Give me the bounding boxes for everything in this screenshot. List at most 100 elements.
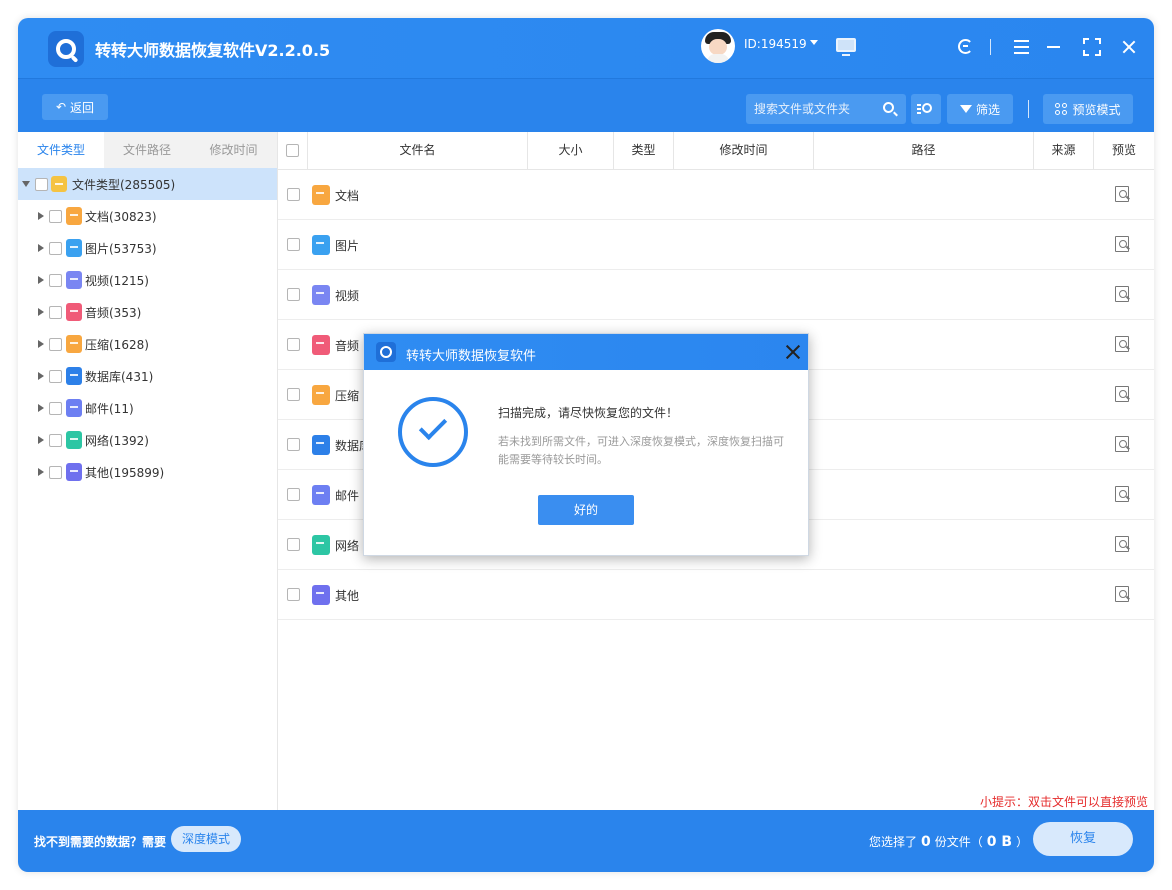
dialog-message: 扫描完成，请尽快恢复您的文件！ bbox=[498, 406, 679, 420]
preview-icon[interactable] bbox=[1115, 536, 1129, 552]
row-checkbox[interactable] bbox=[287, 488, 300, 501]
header-size[interactable]: 大小 bbox=[528, 132, 614, 169]
table-row[interactable]: 视频 bbox=[278, 270, 1154, 320]
user-id-label[interactable]: ID:194519 bbox=[744, 37, 807, 51]
expand-right-icon[interactable] bbox=[38, 468, 44, 476]
row-name: 压缩 bbox=[335, 389, 360, 403]
expand-right-icon[interactable] bbox=[38, 404, 44, 412]
row-checkbox[interactable] bbox=[287, 538, 300, 551]
close-icon[interactable] bbox=[1120, 37, 1140, 57]
tree-item-checkbox[interactable] bbox=[49, 337, 62, 351]
expand-down-icon[interactable] bbox=[22, 181, 30, 187]
maximize-icon[interactable] bbox=[1082, 37, 1102, 57]
tree-item[interactable]: 文档(30823) bbox=[18, 200, 277, 232]
advanced-search-button[interactable] bbox=[911, 94, 941, 124]
preview-icon[interactable] bbox=[1115, 186, 1129, 202]
tree-item[interactable]: 数据库(431) bbox=[18, 360, 277, 392]
preview-icon[interactable] bbox=[1115, 586, 1129, 602]
tree-root-label: 文件类型(285505) bbox=[72, 177, 176, 192]
tree-item-label: 图片(53753) bbox=[85, 241, 157, 256]
expand-right-icon[interactable] bbox=[38, 372, 44, 380]
preview-icon[interactable] bbox=[1115, 436, 1129, 452]
search-input[interactable] bbox=[754, 100, 874, 118]
header-path[interactable]: 路径 bbox=[814, 132, 1034, 169]
tree-item-checkbox[interactable] bbox=[49, 209, 62, 223]
user-avatar[interactable] bbox=[701, 29, 735, 63]
row-name: 邮件 bbox=[335, 489, 360, 503]
expand-right-icon[interactable] bbox=[38, 436, 44, 444]
app-title: 转转大师数据恢复软件V2.2.0.5 bbox=[95, 41, 331, 60]
document-icon bbox=[66, 207, 82, 225]
table-row[interactable]: 图片 bbox=[278, 220, 1154, 270]
tree-item[interactable]: 网络(1392) bbox=[18, 424, 277, 456]
row-checkbox[interactable] bbox=[287, 188, 300, 201]
tree-item-label: 数据库(431) bbox=[85, 369, 154, 384]
tree-item[interactable]: 视频(1215) bbox=[18, 264, 277, 296]
monitor-icon[interactable] bbox=[836, 38, 856, 56]
table-header: 文件名 大小 类型 修改时间 路径 来源 预览 bbox=[278, 132, 1154, 170]
table-row[interactable]: 文档 bbox=[278, 170, 1154, 220]
search-box[interactable] bbox=[746, 94, 906, 124]
tree-item[interactable]: 音频(353) bbox=[18, 296, 277, 328]
preview-icon[interactable] bbox=[1115, 336, 1129, 352]
tab-file-type[interactable]: 文件类型 bbox=[18, 132, 104, 168]
tree-item-checkbox[interactable] bbox=[49, 369, 62, 383]
expand-right-icon[interactable] bbox=[38, 340, 44, 348]
tree-item-checkbox[interactable] bbox=[49, 241, 62, 255]
header-source[interactable]: 来源 bbox=[1034, 132, 1094, 169]
recover-button[interactable]: 恢复 bbox=[1033, 822, 1133, 856]
row-checkbox[interactable] bbox=[287, 238, 300, 251]
header-modified[interactable]: 修改时间 bbox=[674, 132, 814, 169]
select-all-checkbox[interactable] bbox=[286, 144, 299, 157]
tree-root[interactable]: 文件类型(285505) bbox=[18, 168, 277, 200]
expand-right-icon[interactable] bbox=[38, 308, 44, 316]
tree-item-checkbox[interactable] bbox=[49, 401, 62, 415]
footer-question: 找不到需要的数据？需要 bbox=[34, 835, 167, 849]
tree-root-checkbox[interactable] bbox=[35, 177, 48, 191]
row-checkbox[interactable] bbox=[287, 338, 300, 351]
row-name: 网络 bbox=[335, 539, 360, 553]
other-icon bbox=[312, 585, 330, 605]
row-checkbox[interactable] bbox=[287, 388, 300, 401]
preview-icon[interactable] bbox=[1115, 486, 1129, 502]
selection-info: 您选择了 0 份文件（ 0 B ） bbox=[869, 833, 1028, 850]
preview-icon[interactable] bbox=[1115, 236, 1129, 252]
tree-item-label: 网络(1392) bbox=[85, 433, 149, 448]
tree-item-checkbox[interactable] bbox=[49, 305, 62, 319]
row-checkbox[interactable] bbox=[287, 288, 300, 301]
filter-button[interactable]: 筛选 bbox=[947, 94, 1013, 124]
expand-right-icon[interactable] bbox=[38, 276, 44, 284]
tab-file-path[interactable]: 文件路径 bbox=[104, 132, 190, 168]
expand-right-icon[interactable] bbox=[38, 212, 44, 220]
header-type[interactable]: 类型 bbox=[614, 132, 674, 169]
dialog-close-icon[interactable] bbox=[784, 343, 802, 361]
tree-item[interactable]: 压缩(1628) bbox=[18, 328, 277, 360]
ok-button[interactable]: 好的 bbox=[538, 495, 634, 525]
preview-mode-button[interactable]: 预览模式 bbox=[1043, 94, 1133, 124]
tree-item[interactable]: 其他(195899) bbox=[18, 456, 277, 488]
preview-icon[interactable] bbox=[1115, 286, 1129, 302]
tree-item-checkbox[interactable] bbox=[49, 433, 62, 447]
tree-item[interactable]: 邮件(11) bbox=[18, 392, 277, 424]
back-button[interactable]: ↶ 返回 bbox=[42, 94, 108, 120]
tree-item[interactable]: 图片(53753) bbox=[18, 232, 277, 264]
tree-item-checkbox[interactable] bbox=[49, 465, 62, 479]
menu-icon[interactable] bbox=[1012, 37, 1032, 57]
expand-right-icon[interactable] bbox=[38, 244, 44, 252]
tree-item-checkbox[interactable] bbox=[49, 273, 62, 287]
row-checkbox[interactable] bbox=[287, 438, 300, 451]
search-icon[interactable] bbox=[883, 102, 894, 113]
tab-modify-time[interactable]: 修改时间 bbox=[190, 132, 277, 168]
title-bar: 转转大师数据恢复软件V2.2.0.5 ID:194519 bbox=[18, 18, 1154, 78]
row-name: 视频 bbox=[335, 289, 360, 303]
row-checkbox[interactable] bbox=[287, 588, 300, 601]
deep-mode-button[interactable]: 深度模式 bbox=[171, 826, 241, 852]
chevron-down-icon[interactable] bbox=[810, 40, 818, 45]
preview-icon[interactable] bbox=[1115, 386, 1129, 402]
toolbar: ↶ 返回 筛选 预览模式 bbox=[18, 78, 1154, 132]
header-filename[interactable]: 文件名 bbox=[308, 132, 528, 169]
table-row[interactable]: 其他 bbox=[278, 570, 1154, 620]
support-icon[interactable] bbox=[956, 37, 976, 57]
header-select-all[interactable] bbox=[278, 132, 308, 169]
minimize-icon[interactable] bbox=[1044, 37, 1064, 57]
